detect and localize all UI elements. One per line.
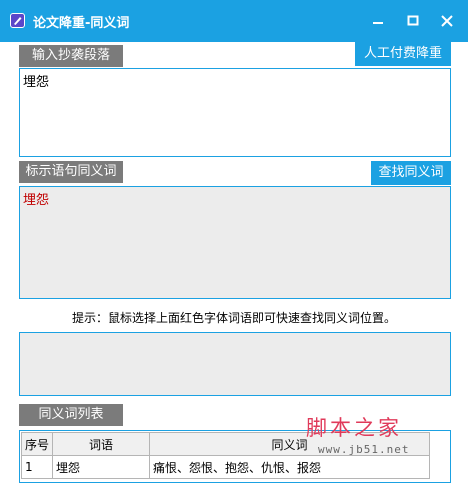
cell-synonyms: 痛恨、怨恨、抱怨、仇恨、报怨 — [149, 455, 431, 479]
find-synonym-button[interactable]: 查找同义词 — [371, 161, 451, 185]
window-title: 论文降重-同义词 — [33, 16, 130, 31]
cell-word: 埋怨 — [52, 455, 151, 479]
paid-rewrite-button[interactable]: 人工付费降重 — [355, 42, 451, 66]
input-text: 埋怨 — [23, 75, 50, 90]
synonym-list-label: 同义词列表 — [19, 404, 123, 426]
input-section-label: 输入抄袭段落 — [19, 45, 123, 67]
column-header-word[interactable]: 词语 — [52, 432, 151, 456]
table-row[interactable]: 1 埋怨 痛恨、怨恨、抱怨、仇恨、报怨 — [20, 455, 431, 479]
app-window: 论文降重-同义词 输入抄袭段落 人工付费降重 埋怨 标示语句同义词 查找同义词 … — [0, 0, 468, 491]
input-textarea[interactable]: 埋怨 — [19, 68, 451, 157]
hint-text: 提示：鼠标选择上面红色字体词语即可快速查找同义词位置。 — [71, 311, 396, 325]
marked-word[interactable]: 埋怨 — [23, 193, 49, 208]
maximize-icon[interactable] — [404, 12, 422, 30]
mark-section-label: 标示语句同义词 — [19, 161, 123, 183]
close-icon[interactable] — [438, 12, 456, 30]
marked-text-area[interactable]: 埋怨 — [19, 186, 451, 299]
watermark-url: www.jb51.net — [318, 443, 410, 456]
app-icon — [10, 13, 25, 28]
title-bar[interactable]: 论文降重-同义词 — [0, 0, 468, 42]
column-header-index[interactable]: 序号 — [20, 432, 54, 456]
result-textarea[interactable] — [19, 332, 451, 396]
minimize-icon[interactable] — [369, 12, 387, 30]
watermark-logo: 脚本之家 — [306, 416, 402, 440]
cell-index: 1 — [20, 455, 54, 479]
